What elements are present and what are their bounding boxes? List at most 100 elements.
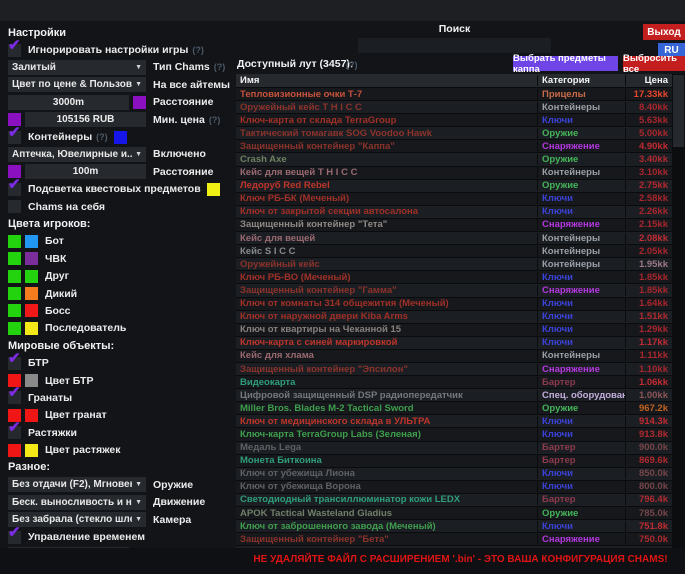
grenade-color-swatch-2[interactable] xyxy=(25,409,38,422)
table-row[interactable]: Защищенный контейнер "Каппа"Снаряжение4.… xyxy=(236,140,672,153)
table-row[interactable]: Медаль LegaБартер900.0k xyxy=(236,442,672,455)
containers-checkbox[interactable]: ✔ xyxy=(8,131,21,144)
table-row[interactable]: Ключ от квартиры на Чеканной 15Ключи1.29… xyxy=(236,324,672,337)
grenades-checkbox[interactable]: ✔ xyxy=(8,391,21,404)
visible-color-swatch[interactable] xyxy=(8,322,21,335)
column-header-name[interactable]: Имя xyxy=(236,75,537,86)
grenade-color-row: Цвет гранат xyxy=(8,407,234,424)
table-row[interactable]: Crash AxeОружие3.40kk xyxy=(236,153,672,166)
table-row[interactable]: Защищенный контейнер "Тета"Снаряжение2.1… xyxy=(236,219,672,232)
chevron-down-icon: ▼ xyxy=(135,516,142,523)
table-scrollbar[interactable] xyxy=(672,74,685,548)
distance-input[interactable]: 3000m xyxy=(8,95,129,110)
player-color-swatch[interactable] xyxy=(25,252,38,265)
exit-button[interactable]: Выход xyxy=(643,24,685,40)
visible-color-swatch[interactable] xyxy=(8,270,21,283)
table-row[interactable]: Кейс для вещей T H I C CКонтейнеры3.10kk xyxy=(236,167,672,180)
camera-dropdown[interactable]: Без забрала (стекло шлема) ▼ xyxy=(8,512,146,527)
tripwire-color-swatch-2[interactable] xyxy=(25,444,38,457)
visible-color-swatch[interactable] xyxy=(8,252,21,265)
table-row[interactable]: Ключ от комнаты 314 общежития (Меченый)К… xyxy=(236,298,672,311)
containers-label: Контейнеры xyxy=(28,131,92,143)
player-color-swatch[interactable] xyxy=(25,270,38,283)
table-row[interactable]: Ключ от медицинского склада в УЛЬТРАКлюч… xyxy=(236,415,672,428)
player-color-swatch[interactable] xyxy=(25,235,38,248)
table-row[interactable]: Оружейный кейс T H I C CКонтейнеры8.40kk xyxy=(236,101,672,114)
color-mode-dropdown[interactable]: Цвет по цене & Пользователь ▼ xyxy=(8,77,146,92)
time-control-checkbox[interactable]: ✔ xyxy=(8,531,21,544)
drop-all-button[interactable]: Выбросить все xyxy=(623,56,685,71)
color-mode-value: Цвет по цене & Пользователь xyxy=(12,79,132,90)
visible-color-swatch[interactable] xyxy=(8,235,21,248)
table-row[interactable]: ВидеокартаБартер1.06kk xyxy=(236,376,672,389)
distance-color-swatch[interactable] xyxy=(133,96,146,109)
visible-color-swatch[interactable] xyxy=(8,304,21,317)
weapon-label: Оружие xyxy=(153,479,193,491)
table-row[interactable]: Ключ-карта TerraGroup Labs (Зеленая)Ключ… xyxy=(236,428,672,441)
table-row[interactable]: Кейс для хламаКонтейнеры1.11kk xyxy=(236,350,672,363)
chams-self-checkbox[interactable] xyxy=(8,200,21,213)
table-row[interactable]: Тактический томагавк SOG Voodoo HawkОруж… xyxy=(236,127,672,140)
table-row[interactable]: Ключ РБ-БК (Меченый)Ключи2.58kk xyxy=(236,193,672,206)
player-color-swatch[interactable] xyxy=(25,322,38,335)
table-row[interactable]: Цифровой защищенный DSP радиопередатчикС… xyxy=(236,389,672,402)
table-row[interactable]: Защищенный контейнер "Гамма"Снаряжение1.… xyxy=(236,284,672,297)
chams-type-row: Залитый ▼ Тип Chams (?) xyxy=(8,59,234,76)
quest-highlight-checkbox[interactable]: ✔ xyxy=(8,183,21,196)
movement-label: Движение xyxy=(153,496,205,508)
player-color-label: ЧВК xyxy=(45,253,66,265)
item-category: Ключи xyxy=(537,115,625,126)
btr-checkbox[interactable]: ✔ xyxy=(8,357,21,370)
item-category: Контейнеры xyxy=(537,259,625,270)
player-color-swatch[interactable] xyxy=(25,287,38,300)
table-row[interactable]: Монета БиткоинаБартер869.6k xyxy=(236,455,672,468)
btr-color-swatch-2[interactable] xyxy=(25,374,38,387)
table-row[interactable]: Ключ-карта от склада TerraGroupКлючи5.63… xyxy=(236,114,672,127)
table-row[interactable]: Ключ от убежища ВоронаКлючи800.0k xyxy=(236,481,672,494)
table-row[interactable]: Miller Bros. Blades M-2 Tactical SwordОр… xyxy=(236,402,672,415)
containers-color-swatch[interactable] xyxy=(114,131,127,144)
quest-color-swatch[interactable] xyxy=(207,183,220,196)
table-row[interactable]: Ключ от убежища ЛионаКлючи850.0k xyxy=(236,468,672,481)
table-row[interactable]: Ключ от наружной двери Kiba ArmsКлючи1.5… xyxy=(236,311,672,324)
tripwire-color-swatch-1[interactable] xyxy=(8,444,21,457)
tripwires-checkbox[interactable]: ✔ xyxy=(8,426,21,439)
min-price-input[interactable]: 105156 RUB xyxy=(25,112,146,127)
containers-filter-dropdown[interactable]: Аптечка, Ювелирные и... ▼ xyxy=(8,147,146,162)
table-row[interactable]: Светодиодный трансиллюминатор кожи LEDXБ… xyxy=(236,494,672,507)
player-color-row-bot: Бот xyxy=(8,233,234,250)
table-row[interactable]: APOK Tactical Wasteland GladiusОружие785… xyxy=(236,507,672,520)
scrollbar-thumb[interactable] xyxy=(673,75,684,147)
table-row[interactable]: Защищенный контейнер "Бета"Снаряжение750… xyxy=(236,533,672,546)
visible-color-swatch[interactable] xyxy=(8,287,21,300)
player-color-swatch[interactable] xyxy=(25,304,38,317)
table-row[interactable]: Защищенный контейнер "Эпсилон"Снаряжение… xyxy=(236,363,672,376)
movement-dropdown[interactable]: Беск. выносливость и нет уста ▼ xyxy=(8,495,146,510)
search-input[interactable] xyxy=(358,38,551,53)
ignore-game-settings-checkbox[interactable]: ✔ xyxy=(8,44,21,57)
weapon-dropdown[interactable]: Без отдачи (F2), Мгновенное п ▼ xyxy=(8,477,146,492)
player-color-row-follower: Последователь xyxy=(8,320,234,337)
table-row[interactable]: Ключ от заброшенного завода (Меченый)Клю… xyxy=(236,520,672,533)
item-price: 2.15kk xyxy=(625,219,672,230)
item-category: Контейнеры xyxy=(537,233,625,244)
select-kappa-items-button[interactable]: Выбрать предметы каппа xyxy=(513,56,618,71)
container-distance-input[interactable]: 100m xyxy=(25,164,146,179)
column-header-price[interactable]: Цена xyxy=(625,75,672,86)
item-category: Снаряжение xyxy=(537,141,625,152)
column-header-category[interactable]: Категория xyxy=(537,75,625,86)
table-row[interactable]: Ледоруб Red RebelОружие2.75kk xyxy=(236,180,672,193)
loot-table-body: Тепловизионные очки Т-7Прицелы17.33kkОру… xyxy=(236,88,672,549)
chams-type-dropdown[interactable]: Залитый ▼ xyxy=(8,60,146,75)
table-row[interactable]: Тепловизионные очки Т-7Прицелы17.33kk xyxy=(236,88,672,101)
table-row[interactable]: Кейс для вещейКонтейнеры2.08kk xyxy=(236,232,672,245)
table-row[interactable]: Оружейный кейсКонтейнеры1.95kk xyxy=(236,258,672,271)
table-row[interactable]: Ключ от закрытой секции автосалонаКлючи2… xyxy=(236,206,672,219)
table-row[interactable]: Ключ РБ-ВО (Меченый)Ключи1.85kk xyxy=(236,271,672,284)
item-category: Бартер xyxy=(537,494,625,505)
table-row[interactable]: Ключ-карта с синей маркировкойКлючи1.17k… xyxy=(236,337,672,350)
item-name: Miller Bros. Blades M-2 Tactical Sword xyxy=(236,403,537,414)
item-category: Бартер xyxy=(537,455,625,466)
color-mode-row: Цвет по цене & Пользователь ▼ На все айт… xyxy=(8,76,234,93)
table-row[interactable]: Кейс S I C CКонтейнеры2.05kk xyxy=(236,245,672,258)
